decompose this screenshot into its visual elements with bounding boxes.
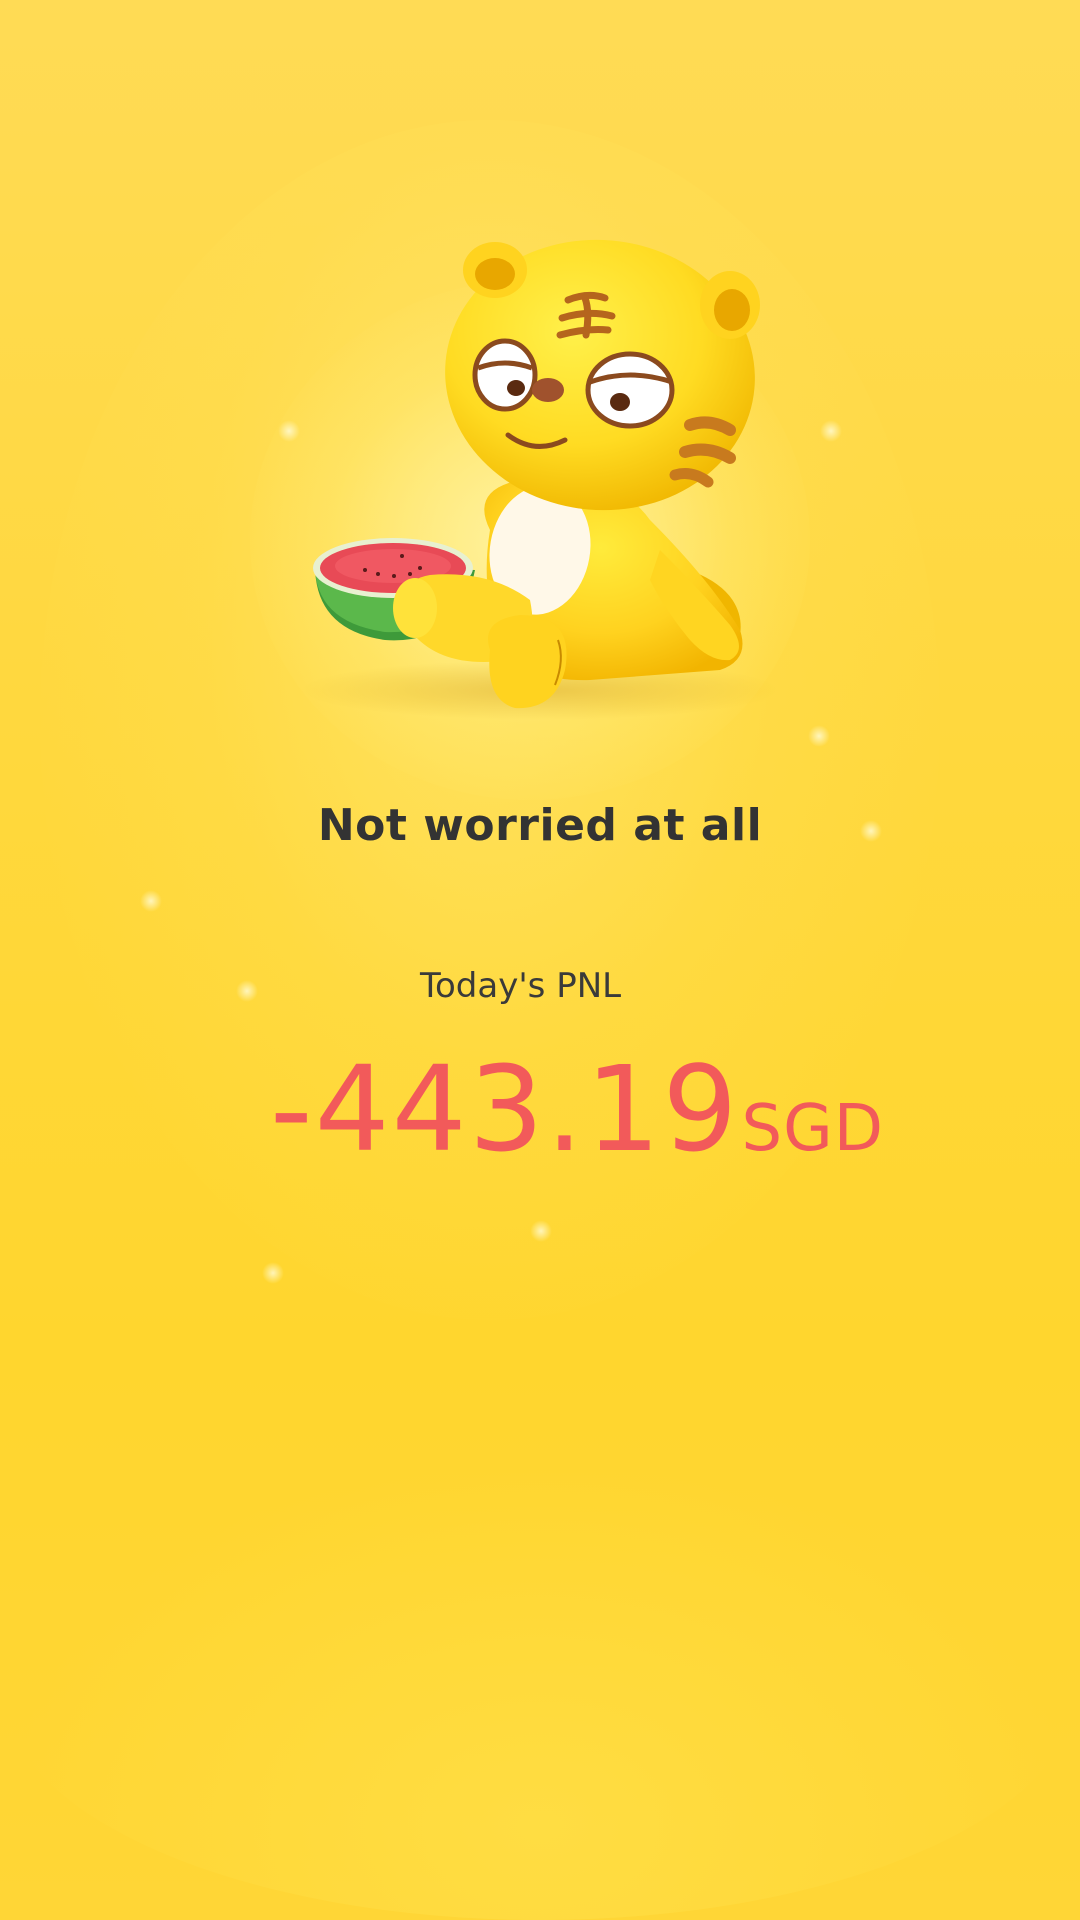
mood-headline: Not worried at all [317, 800, 763, 851]
tiger-head-icon [445, 239, 760, 511]
bottom-glow [0, 1450, 1080, 1920]
sparkle-icon [236, 980, 258, 1002]
pnl-currency: SGD [741, 1092, 884, 1166]
sparkle-icon [530, 1220, 552, 1242]
pnl-amount: -443.19 [270, 1040, 740, 1178]
sparkle-icon [140, 890, 162, 912]
sparkle-icon [820, 420, 842, 442]
pnl-value-row: -443.19SGD [270, 1040, 884, 1178]
tiger-mascot-with-watermelon-icon [290, 230, 810, 750]
sparkle-icon [262, 1262, 284, 1284]
sparkle-icon [808, 725, 830, 747]
pnl-label: Today's PNL [420, 966, 622, 1006]
